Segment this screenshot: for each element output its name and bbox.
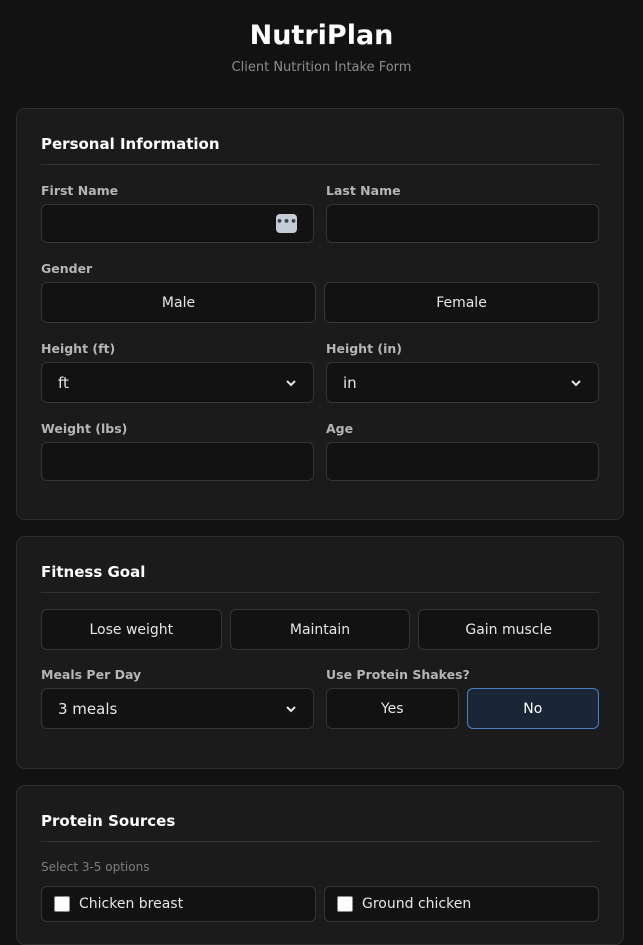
section-title-personal: Personal Information: [41, 133, 599, 165]
gender-female-button[interactable]: Female: [324, 282, 599, 323]
fitness-goal-card: Fitness Goal Lose weight Maintain Gain m…: [16, 536, 624, 769]
chevron-down-icon: [571, 379, 581, 386]
checkbox-icon[interactable]: [337, 896, 353, 912]
protein-sources-card: Protein Sources Select 3-5 options Chick…: [16, 785, 624, 945]
personal-info-card: Personal Information First Name ••• Last…: [16, 108, 624, 520]
height-ft-value: ft: [58, 373, 69, 392]
app-subtitle: Client Nutrition Intake Form: [231, 60, 412, 75]
protein-option-ground-chicken[interactable]: Ground chicken: [324, 886, 599, 922]
page-header: NutriPlan Client Nutrition Intake Form: [0, 0, 643, 108]
age-label: Age: [326, 421, 354, 436]
shakes-no-button[interactable]: No: [466, 688, 599, 729]
goal-lose-weight-button[interactable]: Lose weight: [41, 609, 222, 650]
goal-maintain-button[interactable]: Maintain: [229, 609, 411, 650]
weight-label: Weight (lbs): [41, 421, 128, 436]
height-in-value: in: [343, 373, 357, 392]
section-title-goal: Fitness Goal: [41, 561, 599, 593]
height-in-select[interactable]: in: [326, 362, 599, 403]
first-name-input[interactable]: •••: [41, 204, 314, 243]
protein-option-label: Chicken breast: [79, 896, 184, 912]
chevron-down-icon: [286, 705, 296, 712]
height-ft-label: Height (ft): [41, 341, 116, 356]
gender-male-button[interactable]: Male: [41, 282, 316, 323]
last-name-label: Last Name: [326, 183, 401, 198]
meals-per-day-value: 3 meals: [58, 699, 118, 718]
goal-gain-muscle-button[interactable]: Gain muscle: [418, 609, 600, 650]
protein-shakes-label: Use Protein Shakes?: [326, 667, 470, 682]
more-dots-icon[interactable]: •••: [276, 214, 297, 233]
checkbox-icon[interactable]: [54, 896, 70, 912]
first-name-label: First Name: [41, 183, 119, 198]
meals-per-day-label: Meals Per Day: [41, 667, 142, 682]
weight-input[interactable]: [41, 442, 314, 481]
section-title-protein: Protein Sources: [41, 810, 599, 842]
gender-label: Gender: [41, 261, 93, 276]
meals-per-day-select[interactable]: 3 meals: [41, 688, 314, 729]
height-in-label: Height (in): [326, 341, 403, 356]
height-ft-select[interactable]: ft: [41, 362, 314, 403]
age-input[interactable]: [326, 442, 599, 481]
app-title: NutriPlan: [249, 20, 394, 51]
chevron-down-icon: [286, 379, 296, 386]
protein-option-label: Ground chicken: [362, 896, 472, 912]
last-name-input[interactable]: [326, 204, 599, 243]
shakes-yes-button[interactable]: Yes: [326, 688, 459, 729]
protein-hint: Select 3-5 options: [41, 860, 150, 874]
protein-option-chicken-breast[interactable]: Chicken breast: [41, 886, 316, 922]
